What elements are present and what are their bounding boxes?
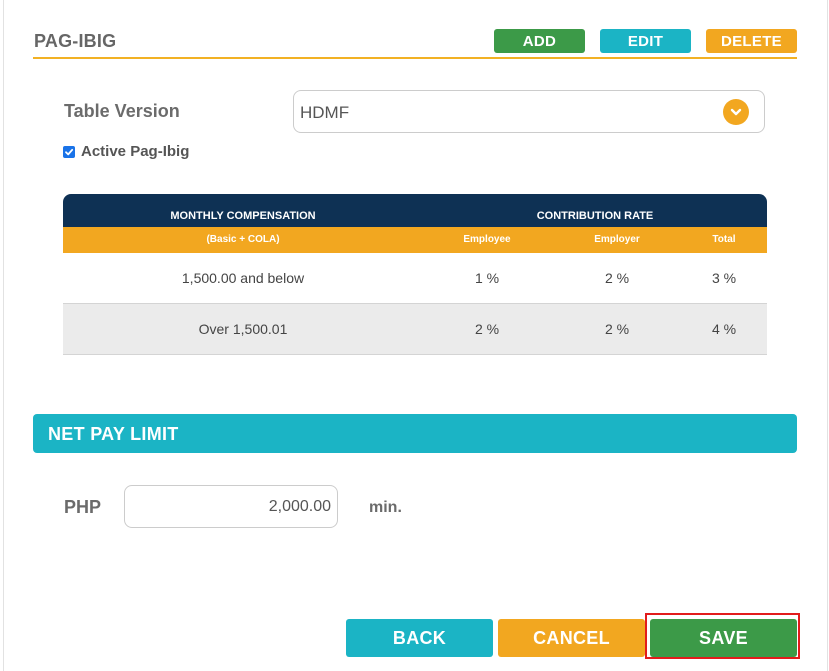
header-basic-cola: (Basic + COLA) — [206, 234, 280, 245]
header-monthly-compensation: MONTHLY COMPENSATION — [170, 210, 316, 222]
save-button[interactable]: SAVE — [650, 619, 797, 657]
contribution-table: MONTHLY COMPENSATION CONTRIBUTION RATE (… — [63, 194, 767, 355]
header-employer: Employer — [594, 234, 640, 245]
table-row: 1,500.00 and below 1 % 2 % 3 % — [63, 253, 767, 304]
table-version-label: Table Version — [64, 101, 180, 121]
chevron-down-icon[interactable] — [723, 99, 749, 125]
edit-button[interactable]: EDIT — [600, 29, 691, 53]
cell-employer-rate: 2 % — [604, 321, 630, 337]
table-header-main: MONTHLY COMPENSATION CONTRIBUTION RATE — [63, 194, 767, 227]
cancel-button[interactable]: CANCEL — [498, 619, 645, 657]
cell-employee-rate: 1 % — [474, 270, 500, 286]
table-version-select[interactable]: HDMF — [293, 90, 765, 133]
cell-total-rate: 3 % — [711, 270, 737, 286]
cell-compensation: Over 1,500.01 — [198, 321, 288, 337]
header-total: Total — [712, 234, 736, 245]
net-pay-limit-title: NET PAY LIMIT — [48, 424, 179, 444]
active-pag-ibig-row[interactable]: Active Pag-Ibig — [63, 143, 189, 160]
cell-compensation: 1,500.00 and below — [181, 270, 305, 286]
add-button[interactable]: ADD — [494, 29, 585, 53]
currency-label: PHP — [64, 497, 102, 517]
active-checkbox-label: Active Pag-Ibig — [81, 143, 190, 160]
net-pay-limit-header: NET PAY LIMIT — [33, 414, 797, 453]
table-header-sub: (Basic + COLA) Employee Employer Total — [63, 227, 767, 253]
table-row: Over 1,500.01 2 % 2 % 4 % — [63, 304, 767, 355]
active-checkbox[interactable] — [63, 145, 75, 158]
back-button[interactable]: BACK — [346, 619, 493, 657]
section-title: PAG-IBIG — [34, 31, 117, 51]
delete-button[interactable]: DELETE — [706, 29, 797, 53]
net-pay-limit-input[interactable] — [124, 485, 338, 528]
header-employee: Employee — [463, 234, 511, 245]
cell-employee-rate: 2 % — [474, 321, 500, 337]
table-version-value: HDMF — [300, 103, 350, 122]
section-divider — [33, 57, 797, 59]
panel-left-border — [3, 0, 4, 671]
panel-right-border — [827, 0, 828, 671]
cell-total-rate: 4 % — [711, 321, 737, 337]
header-contribution-rate: CONTRIBUTION RATE — [536, 210, 654, 222]
cell-employer-rate: 2 % — [604, 270, 630, 286]
unit-label: min. — [369, 499, 402, 516]
